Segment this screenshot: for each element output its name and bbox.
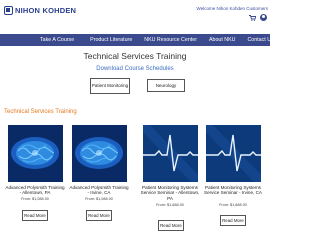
nav-about[interactable]: About NKU: [203, 34, 242, 46]
patient-monitoring-button[interactable]: Patient Monitoring: [90, 78, 130, 94]
cart-icon[interactable]: [249, 15, 256, 21]
course-price: From: $1,088.00: [21, 197, 49, 201]
course-price: From: $1,088.00: [85, 197, 113, 201]
logo-text: NIHON KOHDEN: [15, 6, 77, 15]
course-price: From: $1,688.00: [156, 203, 184, 207]
nav-take-a-course[interactable]: Take A Course: [30, 34, 84, 46]
main-nav: Take A Course Product Literature NKU Res…: [0, 34, 274, 46]
course-title[interactable]: Advanced Polysmith Training - Irvine, CA: [69, 185, 129, 196]
welcome-link[interactable]: Welcome Nihon Kohden Customers: [197, 6, 268, 11]
download-schedules-link[interactable]: Download Course Schedules: [0, 66, 270, 72]
nav-resource-center[interactable]: NKU Resource Center: [138, 34, 203, 46]
logo-mark-icon: [4, 6, 13, 15]
logo[interactable]: NIHON KOHDEN: [4, 6, 76, 15]
brain-scan-image[interactable]: [72, 125, 127, 182]
section-heading: Technical Services Training: [4, 109, 77, 115]
nav-product-literature[interactable]: Product Literature: [84, 34, 138, 46]
brain-scan-image[interactable]: [8, 125, 63, 182]
neurology-button[interactable]: Neurology: [147, 79, 185, 92]
ecg-waveform-image[interactable]: [143, 125, 198, 182]
course-title[interactable]: Patient Monitoring Systems Service Semin…: [203, 185, 263, 196]
user-icon[interactable]: [260, 14, 267, 21]
course-title[interactable]: Advanced Polysmith Training - Allentown,…: [5, 185, 65, 196]
course-title[interactable]: Patient Monitoring Systems Service Semin…: [140, 185, 200, 201]
read-more-button[interactable]: Read More: [158, 220, 184, 231]
header: NIHON KOHDEN Welcome Nihon Kohden Custom…: [0, 0, 270, 34]
page-title: Technical Services Training: [83, 51, 187, 61]
read-more-button[interactable]: Read More: [220, 215, 246, 226]
ecg-waveform-image[interactable]: [206, 125, 261, 182]
read-more-button[interactable]: Read More: [22, 210, 48, 221]
nav-contact[interactable]: Contact Us: [241, 34, 279, 46]
read-more-button[interactable]: Read More: [86, 210, 112, 221]
course-price: From: $1,688.00: [219, 203, 247, 207]
